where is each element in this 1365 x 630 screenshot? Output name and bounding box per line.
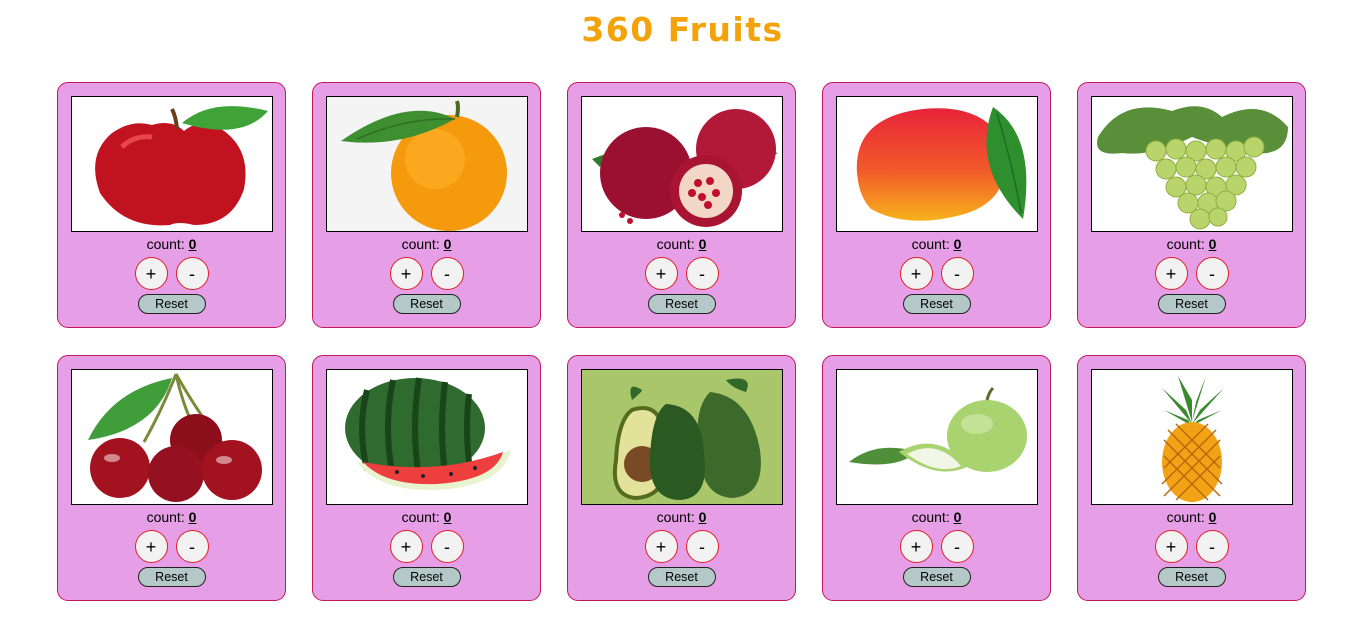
count-value: 0: [188, 509, 197, 525]
count-value: 0: [698, 236, 707, 252]
decrement-button[interactable]: -: [685, 257, 719, 290]
reset-button[interactable]: Reset: [647, 294, 716, 314]
increment-button[interactable]: +: [644, 530, 678, 563]
decrement-button[interactable]: -: [940, 530, 974, 563]
decrement-button[interactable]: -: [430, 257, 464, 290]
fruit-card-pineapple: count: 0 + - Reset: [1077, 355, 1306, 601]
increment-button[interactable]: +: [644, 257, 678, 290]
reset-button[interactable]: Reset: [392, 567, 461, 587]
increment-button[interactable]: +: [389, 257, 423, 290]
reset-button[interactable]: Reset: [1157, 567, 1226, 587]
count-value: 0: [953, 509, 962, 525]
decrement-button[interactable]: -: [175, 257, 209, 290]
reset-button[interactable]: Reset: [902, 294, 971, 314]
watermelon-image: [326, 369, 528, 505]
page-title: 360 Fruits: [581, 10, 784, 49]
increment-button[interactable]: +: [1154, 530, 1188, 563]
count-display: count: 0: [1078, 236, 1305, 252]
reset-button[interactable]: Reset: [902, 567, 971, 587]
count-label: count:: [656, 509, 695, 525]
increment-button[interactable]: +: [899, 257, 933, 290]
reset-button[interactable]: Reset: [647, 567, 716, 587]
fruit-card-avocado: count: 0 + - Reset: [567, 355, 796, 601]
guava-image: [836, 369, 1038, 505]
pineapple-image: [1091, 369, 1293, 505]
count-value: 0: [188, 236, 197, 252]
fruit-card-cherries: count: 0 + - Reset: [57, 355, 286, 601]
count-display: count: 0: [568, 236, 795, 252]
fruit-card-apple: count: 0 + - Reset: [57, 82, 286, 328]
increment-button[interactable]: +: [1154, 257, 1188, 290]
decrement-button[interactable]: -: [1195, 530, 1229, 563]
reset-button[interactable]: Reset: [137, 567, 206, 587]
fruit-card-grapes: count: 0 + - Reset: [1077, 82, 1306, 328]
count-label: count:: [1166, 236, 1205, 252]
decrement-button[interactable]: -: [1195, 257, 1229, 290]
count-display: count: 0: [1078, 509, 1305, 525]
decrement-button[interactable]: -: [940, 257, 974, 290]
count-value: 0: [953, 236, 962, 252]
count-display: count: 0: [58, 509, 285, 525]
count-display: count: 0: [823, 509, 1050, 525]
decrement-button[interactable]: -: [685, 530, 719, 563]
reset-button[interactable]: Reset: [392, 294, 461, 314]
increment-button[interactable]: +: [134, 530, 168, 563]
mango-image: [836, 96, 1038, 232]
avocado-image: [581, 369, 783, 505]
fruit-card-watermelon: count: 0 + - Reset: [312, 355, 541, 601]
count-label: count:: [911, 509, 950, 525]
count-label: count:: [1166, 509, 1205, 525]
count-value: 0: [698, 509, 707, 525]
count-display: count: 0: [823, 236, 1050, 252]
fruit-card-mango: count: 0 + - Reset: [822, 82, 1051, 328]
count-display: count: 0: [313, 236, 540, 252]
count-label: count:: [146, 236, 185, 252]
increment-button[interactable]: +: [134, 257, 168, 290]
count-value: 0: [1208, 509, 1217, 525]
count-value: 0: [1208, 236, 1217, 252]
fruit-card-guava: count: 0 + - Reset: [822, 355, 1051, 601]
count-label: count:: [911, 236, 950, 252]
fruit-card-pomegranate: count: 0 + - Reset: [567, 82, 796, 328]
increment-button[interactable]: +: [899, 530, 933, 563]
reset-button[interactable]: Reset: [137, 294, 206, 314]
reset-button[interactable]: Reset: [1157, 294, 1226, 314]
pomegranate-image: [581, 96, 783, 232]
count-value: 0: [443, 236, 452, 252]
count-label: count:: [401, 236, 440, 252]
count-display: count: 0: [568, 509, 795, 525]
decrement-button[interactable]: -: [430, 530, 464, 563]
grapes-image: [1091, 96, 1293, 232]
count-value: 0: [443, 509, 452, 525]
cherries-image: [71, 369, 273, 505]
fruit-card-orange: count: 0 + - Reset: [312, 82, 541, 328]
orange-image: [326, 96, 528, 232]
count-label: count:: [146, 509, 185, 525]
decrement-button[interactable]: -: [175, 530, 209, 563]
count-display: count: 0: [313, 509, 540, 525]
count-display: count: 0: [58, 236, 285, 252]
fruit-grid: count: 0 + - Reset count: 0 + - Reset co…: [57, 82, 1306, 601]
count-label: count:: [401, 509, 440, 525]
apple-image: [71, 96, 273, 232]
count-label: count:: [656, 236, 695, 252]
increment-button[interactable]: +: [389, 530, 423, 563]
